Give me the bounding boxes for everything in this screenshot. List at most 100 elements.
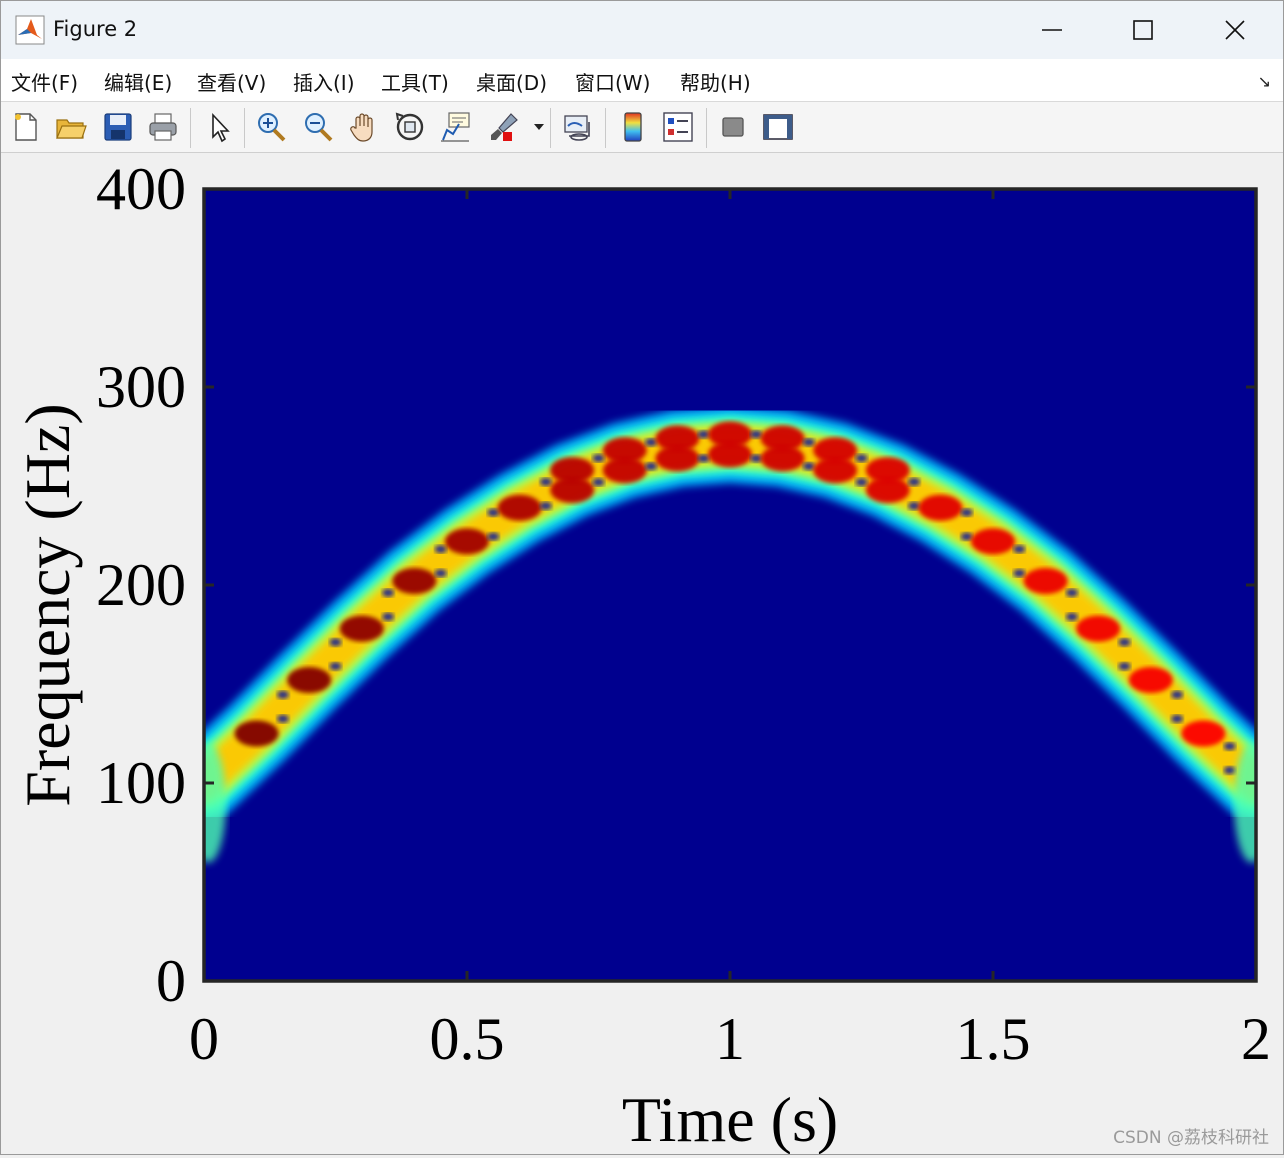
close-button[interactable] bbox=[1189, 1, 1281, 59]
interference-dot bbox=[329, 662, 342, 671]
ridge-hotspot bbox=[1181, 720, 1226, 747]
hide-plot-tools-icon[interactable] bbox=[716, 110, 750, 144]
minimize-button[interactable] bbox=[1006, 1, 1098, 59]
window-title: Figure 2 bbox=[53, 17, 138, 41]
interference-dot bbox=[487, 508, 500, 517]
interference-dot bbox=[1065, 588, 1078, 597]
x-tick-labels: 0 0.5 1 1.5 2 bbox=[189, 1006, 1271, 1072]
interference-dot bbox=[382, 588, 395, 597]
interference-dot bbox=[276, 690, 289, 699]
interference-dot bbox=[329, 638, 342, 647]
y-tick-label: 100 bbox=[96, 750, 186, 816]
menu-bar: 文件(F) 编辑(E) 查看(V) 插入(I) 工具(T) 桌面(D) 窗口(W… bbox=[1, 59, 1283, 102]
figure-canvas: 0 0.5 1 1.5 2 0 100 200 300 400 Time (s) Frequen… bbox=[1, 153, 1283, 1155]
toolbar-separator bbox=[550, 108, 551, 148]
interference-dot bbox=[645, 438, 658, 447]
interference-dot bbox=[1171, 690, 1184, 699]
interference-dot bbox=[1171, 714, 1184, 723]
menu-help[interactable]: 帮助(H) bbox=[680, 67, 751, 96]
menu-window[interactable]: 窗口(W) bbox=[575, 67, 650, 96]
x-tick-label: 2 bbox=[1241, 1006, 1271, 1072]
chevron-down-icon[interactable] bbox=[533, 122, 545, 132]
dock-arrow-icon[interactable]: ↘ bbox=[1258, 72, 1271, 91]
show-plot-tools-icon[interactable] bbox=[761, 110, 795, 144]
interference-dot bbox=[539, 477, 552, 486]
y-tick-labels: 0 100 200 300 400 bbox=[96, 156, 186, 1014]
interference-dot bbox=[908, 501, 921, 510]
pan-hand-icon[interactable] bbox=[347, 110, 381, 144]
toolbar-separator bbox=[244, 108, 245, 148]
ridge-hotspot bbox=[865, 477, 910, 504]
ridge-hotspot bbox=[1023, 568, 1068, 594]
y-tick-label: 200 bbox=[96, 552, 186, 618]
interference-dot bbox=[697, 454, 710, 463]
ridge-hotspot bbox=[550, 477, 595, 504]
interference-dot bbox=[1013, 545, 1026, 554]
legend-icon[interactable] bbox=[661, 110, 695, 144]
link-plot-icon[interactable] bbox=[562, 110, 596, 144]
zoom-out-icon[interactable] bbox=[301, 110, 335, 144]
ridge-hotspot bbox=[1128, 667, 1173, 693]
menu-insert[interactable]: 插入(I) bbox=[293, 67, 355, 96]
menu-file[interactable]: 文件(F) bbox=[11, 67, 78, 96]
interference-dot bbox=[855, 454, 868, 463]
ridge-hotspot bbox=[708, 441, 752, 468]
matlab-logo-icon bbox=[15, 15, 45, 45]
select-pointer-icon[interactable] bbox=[203, 110, 237, 144]
interference-dot bbox=[960, 508, 973, 517]
interference-dot bbox=[487, 532, 500, 541]
rotate-3d-icon[interactable] bbox=[393, 110, 427, 144]
menu-tools[interactable]: 工具(T) bbox=[381, 67, 449, 96]
ridge-hotspot bbox=[497, 494, 542, 521]
toolbar-separator bbox=[190, 108, 191, 148]
ridge-hotspot bbox=[234, 720, 279, 747]
save-icon[interactable] bbox=[101, 110, 135, 144]
interference-dot bbox=[645, 462, 658, 471]
interference-dot bbox=[855, 478, 868, 487]
menu-view[interactable]: 查看(V) bbox=[197, 67, 266, 96]
colorbar-icon[interactable] bbox=[616, 110, 650, 144]
ridge-hotspot bbox=[339, 615, 384, 642]
y-tick-label: 0 bbox=[156, 948, 186, 1014]
title-bar[interactable]: Figure 2 bbox=[1, 1, 1283, 59]
brush-icon[interactable] bbox=[487, 110, 521, 144]
interference-dot bbox=[592, 454, 605, 463]
maximize-button[interactable] bbox=[1097, 1, 1189, 59]
data-cursor-icon[interactable] bbox=[439, 110, 473, 144]
interference-dot bbox=[1223, 742, 1236, 751]
ridge-hotspot bbox=[445, 528, 489, 555]
ridge-hotspot bbox=[287, 667, 332, 693]
new-figure-icon[interactable] bbox=[9, 110, 43, 144]
interference-dot bbox=[750, 430, 763, 439]
x-axis-label: Time (s) bbox=[622, 1084, 838, 1154]
zoom-in-icon[interactable] bbox=[254, 110, 288, 144]
menu-desktop[interactable]: 桌面(D) bbox=[476, 67, 547, 96]
ridge-hotspot bbox=[760, 445, 805, 472]
interference-dot bbox=[434, 545, 447, 554]
y-axis-label: Frequency (Hz) bbox=[12, 403, 83, 806]
spectrogram-chart[interactable]: 0 0.5 1 1.5 2 0 100 200 300 400 Time (s) Frequen… bbox=[1, 153, 1283, 1155]
figure-toolbar bbox=[1, 102, 1283, 153]
ridge-hotspot bbox=[813, 457, 858, 484]
close-icon bbox=[1225, 20, 1245, 40]
watermark-text: CSDN @荔枝科研社 bbox=[1113, 1128, 1269, 1148]
interference-dot bbox=[276, 714, 289, 723]
interference-dot bbox=[750, 454, 763, 463]
edge-glow-right bbox=[1234, 742, 1256, 863]
ridge-hotspot bbox=[918, 494, 963, 521]
x-tick-label: 0.5 bbox=[430, 1006, 505, 1072]
interference-dot bbox=[697, 430, 710, 439]
interference-dot bbox=[434, 569, 447, 578]
y-tick-label: 400 bbox=[96, 156, 186, 222]
ridge-hotspot bbox=[602, 457, 647, 484]
interference-dot bbox=[382, 612, 395, 621]
x-tick-label: 0 bbox=[189, 1006, 219, 1072]
open-file-icon[interactable] bbox=[54, 110, 88, 144]
print-icon[interactable] bbox=[146, 110, 180, 144]
interference-dot bbox=[1118, 638, 1131, 647]
edge-glow-left bbox=[204, 742, 226, 863]
interference-dot bbox=[1118, 662, 1131, 671]
toolbar-separator bbox=[605, 108, 606, 148]
interference-dot bbox=[1065, 612, 1078, 621]
menu-edit[interactable]: 编辑(E) bbox=[104, 67, 172, 96]
